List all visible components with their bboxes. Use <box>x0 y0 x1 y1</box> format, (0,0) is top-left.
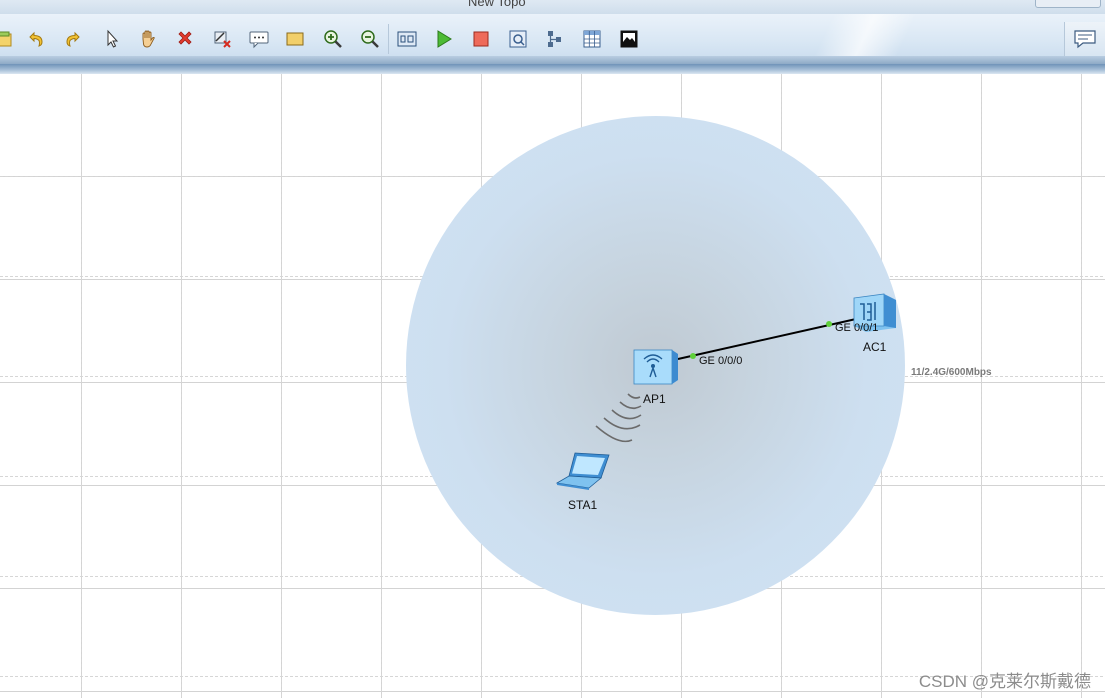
port-status-ac1 <box>826 321 832 327</box>
select-button[interactable] <box>100 27 124 51</box>
chat-button[interactable] <box>1064 22 1105 60</box>
stop-device-icon <box>470 28 492 50</box>
start-device-icon <box>433 28 455 50</box>
fit-view-icon <box>396 28 418 50</box>
topology-button[interactable] <box>543 27 567 51</box>
delete-link-button[interactable] <box>210 27 234 51</box>
port-status-ap1 <box>690 353 696 359</box>
laptop-icon <box>555 452 611 496</box>
select-pointer-icon <box>101 28 123 50</box>
delete-icon <box>174 28 196 50</box>
text-comment-icon <box>248 28 270 50</box>
window-title: New Topo <box>468 0 526 9</box>
ap1-label: AP1 <box>643 392 666 406</box>
open-button[interactable] <box>0 27 16 51</box>
chat-icon <box>1073 28 1097 55</box>
topology-canvas[interactable]: AC1 GE 0/0/1 AP1 GE 0/0/0 STA1 11/2.4G/6… <box>0 74 1105 698</box>
ac1-label: AC1 <box>863 340 887 354</box>
ap1-device[interactable] <box>630 344 680 391</box>
access-point-icon <box>630 349 680 390</box>
watermark: CSDN @克莱尔斯戴德 <box>918 672 1091 691</box>
sta1-device[interactable] <box>555 450 611 497</box>
screenshot-button[interactable] <box>617 27 641 51</box>
zoom-in-button[interactable] <box>321 27 345 51</box>
grid-table-icon <box>581 28 603 50</box>
capture-button[interactable] <box>506 27 530 51</box>
pan-hand-icon <box>137 28 159 50</box>
grid-table-button[interactable] <box>580 27 604 51</box>
toolbar-separator <box>388 24 389 54</box>
wireless-rate-label: 11/2.4G/600Mbps <box>911 367 992 378</box>
workspace-header-band <box>0 64 1105 74</box>
capture-icon <box>507 28 529 50</box>
open-icon <box>0 28 15 50</box>
ap1-port-label: GE 0/0/0 <box>699 355 743 367</box>
pan-button[interactable] <box>136 27 160 51</box>
zoom-out-icon <box>359 28 381 50</box>
window-titlebar: New Topo <box>0 0 1105 14</box>
screenshot-icon <box>618 28 640 50</box>
text-button[interactable] <box>247 27 271 51</box>
start-device-button[interactable] <box>432 27 456 51</box>
redo-icon <box>62 28 84 50</box>
delete-link-icon <box>211 28 233 50</box>
delete-button[interactable] <box>173 27 197 51</box>
link-layer <box>595 318 857 443</box>
zoom-in-icon <box>322 28 344 50</box>
toolbar-bottom-border <box>0 56 1105 64</box>
window-control[interactable] <box>1035 0 1101 8</box>
ac1-port-label: GE 0/0/1 <box>835 322 879 334</box>
sta1-label: STA1 <box>568 498 598 512</box>
wireless-signal-icon <box>595 393 642 443</box>
redo-button[interactable] <box>61 27 85 51</box>
undo-button[interactable] <box>24 27 48 51</box>
stop-device-button[interactable] <box>469 27 493 51</box>
topology-icon <box>544 28 566 50</box>
zoom-out-button[interactable] <box>358 27 382 51</box>
fit-view-button[interactable] <box>395 27 419 51</box>
rectangle-icon <box>284 28 306 50</box>
undo-icon <box>25 28 47 50</box>
rectangle-button[interactable] <box>283 27 307 51</box>
